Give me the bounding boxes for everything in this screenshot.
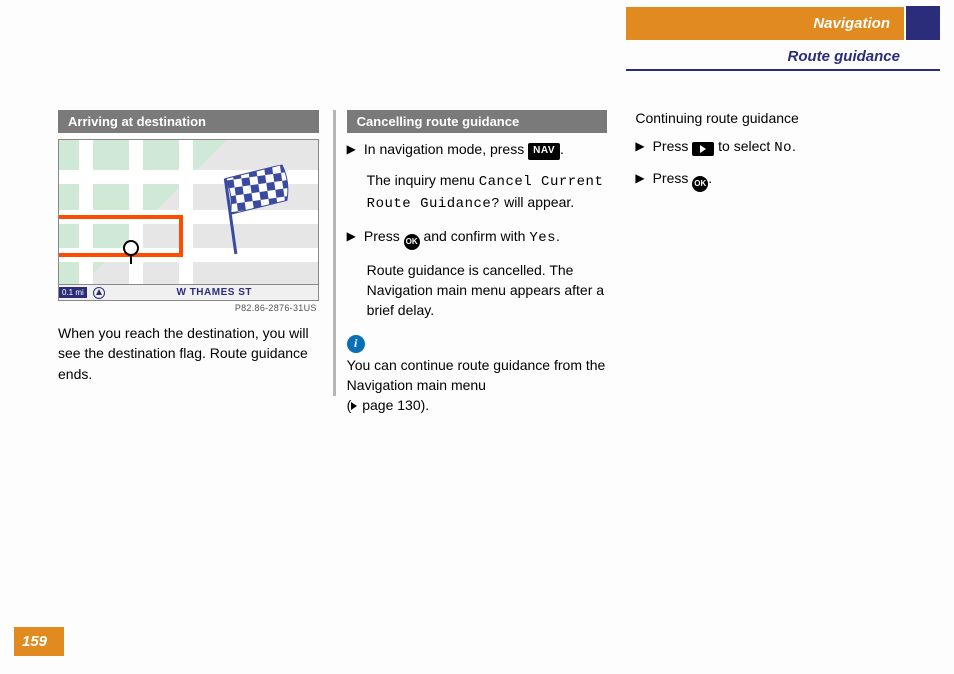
subsection-title: Route guidance	[626, 48, 940, 71]
heading-cancelling: Cancelling route guidance	[347, 110, 608, 133]
step-press-ok-yes: ▶ Press OK and confirm with Yes.	[347, 226, 608, 250]
heading-arriving: Arriving at destination	[58, 110, 319, 133]
column-1: Arriving at destination	[58, 110, 319, 634]
column-3: Continuing route guidance ▶ Press to sel…	[635, 110, 896, 634]
inquiry-paragraph: The inquiry menu Cancel Current Route Gu…	[367, 170, 608, 215]
ok-key-icon: OK	[404, 234, 420, 250]
step-press-ok: ▶ Press OK.	[635, 168, 896, 192]
step-arrow-icon: ▶	[347, 226, 356, 250]
compass-icon	[93, 287, 105, 299]
info-icon: i	[347, 335, 365, 353]
step-arrow-icon: ▶	[635, 168, 644, 192]
step-press-nav: ▶ In navigation mode, press NAV.	[347, 139, 608, 160]
thumb-index-marker	[906, 6, 940, 40]
destination-flag-icon	[216, 163, 305, 257]
step-text: Press	[653, 138, 693, 154]
text: will appear.	[500, 194, 574, 210]
current-position-marker-icon	[123, 240, 139, 256]
ok-key-icon: OK	[692, 176, 708, 192]
page-number: 159	[14, 627, 64, 656]
step-text: and confirm with	[420, 228, 530, 244]
content-columns: Arriving at destination	[58, 110, 896, 634]
map-figure: 0.1 mi W THAMES ST P82.86-2876-31US	[58, 139, 319, 313]
step-text: In navigation mode, press	[364, 141, 528, 157]
step-text: Press	[653, 170, 693, 186]
step-arrow-icon: ▶	[635, 136, 644, 158]
info-note: i	[347, 333, 608, 353]
option-text: No	[774, 140, 792, 156]
map-street-name: W THAMES ST	[111, 287, 318, 298]
header-tab: Navigation	[626, 6, 940, 40]
text: The inquiry menu	[367, 172, 479, 188]
option-text: Yes	[529, 230, 556, 246]
step-text: .	[792, 138, 796, 154]
text: page 130).	[362, 397, 429, 413]
section-title: Navigation	[626, 7, 904, 40]
reference-triangle-icon	[351, 402, 357, 410]
nav-key-icon: NAV	[528, 143, 560, 160]
arriving-paragraph: When you reach the destination, you will…	[58, 323, 319, 384]
figure-code: P82.86-2876-31US	[58, 303, 317, 313]
info-text: You can continue route guidance from the…	[347, 355, 608, 416]
step-arrow-icon: ▶	[347, 139, 356, 160]
map-illustration: 0.1 mi W THAMES ST	[58, 139, 319, 301]
step-text: .	[560, 141, 564, 157]
map-scale: 0.1 mi	[59, 287, 87, 298]
subheading-continuing: Continuing route guidance	[635, 110, 896, 126]
step-text: .	[556, 228, 560, 244]
column-2: Cancelling route guidance ▶ In navigatio…	[347, 110, 608, 634]
step-text: to select	[714, 138, 774, 154]
text: You can continue route guidance from the…	[347, 357, 606, 393]
step-press-right-no: ▶ Press to select No.	[635, 136, 896, 158]
step-text: .	[708, 170, 712, 186]
right-key-icon	[692, 142, 714, 156]
map-status-bar: 0.1 mi W THAMES ST	[59, 284, 318, 300]
cancelled-paragraph: Route guidance is cancelled. The Navigat…	[367, 260, 608, 321]
step-text: Press	[364, 228, 404, 244]
